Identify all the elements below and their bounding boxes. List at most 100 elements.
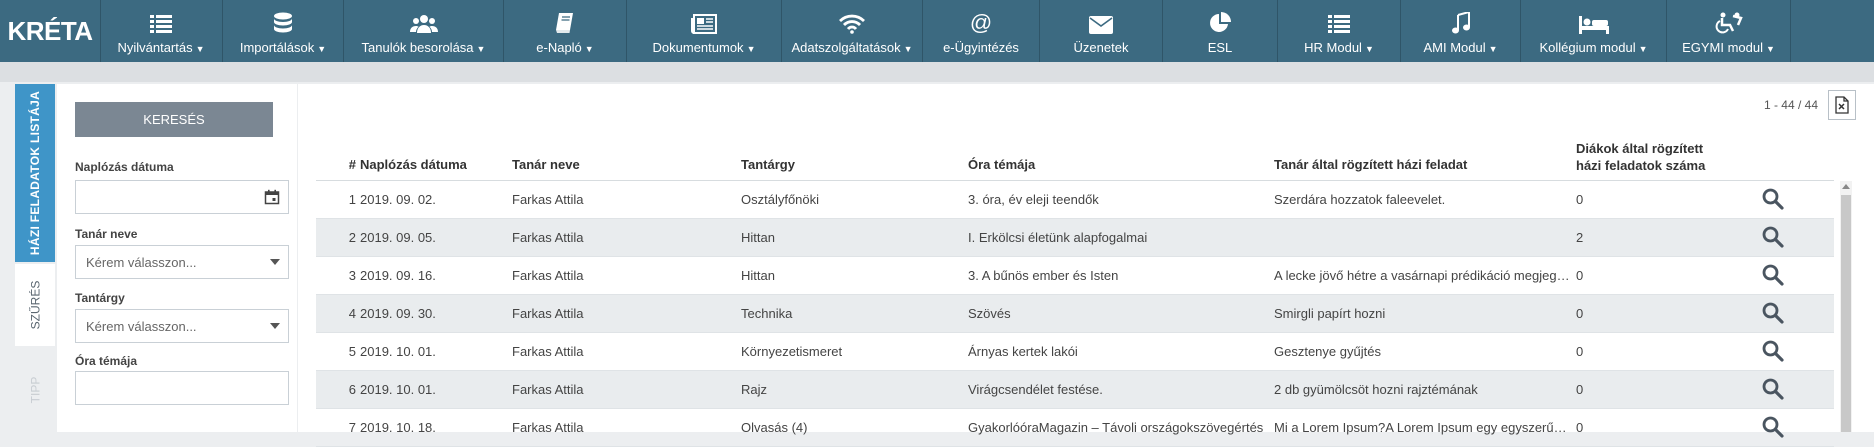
- search-icon[interactable]: [1762, 188, 1784, 213]
- nav-item-4[interactable]: Dokumentumok ▼: [627, 0, 782, 62]
- table-row[interactable]: 3 2019. 09. 16. Farkas Attila Hittan 3. A bű…: [316, 257, 1834, 295]
- cell-hw: Gesztenye gyűjtés: [1274, 344, 1381, 359]
- caret-down-icon: ▼: [1638, 44, 1648, 54]
- nav-label-text: EGYMI modul: [1682, 40, 1763, 55]
- search-icon[interactable]: [1762, 416, 1784, 441]
- tab-tip[interactable]: TIPP: [15, 348, 55, 432]
- date-field[interactable]: [75, 180, 289, 214]
- calendar-icon[interactable]: [264, 189, 280, 208]
- search-icon[interactable]: [1762, 264, 1784, 289]
- nav-item-3[interactable]: e-Napló ▼: [504, 0, 627, 62]
- subject-placeholder: Kérem válasszon...: [86, 319, 197, 334]
- topic-field[interactable]: [75, 371, 289, 405]
- list-icon: [150, 0, 172, 34]
- cell-num: 6: [348, 382, 356, 397]
- nav-label-text: Dokumentumok: [652, 40, 744, 55]
- nav-item-label: HR Modul ▼: [1304, 40, 1374, 55]
- subject-label: Tantárgy: [75, 291, 125, 305]
- filter-panel: KERESÉS Naplózás dátuma Tanár neve Kérem…: [57, 84, 297, 432]
- teacher-select[interactable]: Kérem válasszon...: [75, 245, 289, 279]
- nav-spacer: [0, 62, 1874, 82]
- subject-select[interactable]: Kérem válasszon...: [75, 309, 289, 343]
- table-row[interactable]: 1 2019. 09. 02. Farkas Attila Osztályfőnöki…: [316, 181, 1834, 219]
- pager-info: 1 - 44 / 44: [1763, 98, 1818, 112]
- cell-hw: Szerdára hozzatok faleevelet.: [1274, 192, 1446, 207]
- cell-count: 0: [1576, 268, 1584, 283]
- cell-topic: 3. A bűnös ember és Isten: [968, 268, 1119, 283]
- scroll-up-icon[interactable]: [1842, 184, 1850, 189]
- at-icon: @: [970, 0, 992, 34]
- header-num[interactable]: #: [346, 157, 356, 172]
- caret-down-icon: ▼: [195, 44, 205, 54]
- table-row[interactable]: 2 2019. 09. 05. Farkas Attila Hittan I. Erkö…: [316, 219, 1834, 257]
- kreta-logo[interactable]: KRÉTA: [0, 0, 101, 62]
- header-homework[interactable]: Tanár által rögzített házi feladat: [1274, 157, 1570, 172]
- search-icon[interactable]: [1762, 226, 1784, 251]
- caret-down-icon: ▼: [584, 44, 594, 54]
- nav-label-text: Nyilvántartás: [117, 40, 193, 55]
- cell-hw: Smirgli papírt hozni: [1274, 306, 1386, 321]
- cell-teacher: Farkas Attila: [512, 344, 584, 359]
- nav-item-label: Kollégium modul ▼: [1539, 40, 1647, 55]
- cell-count: 0: [1576, 306, 1584, 321]
- nav-item-label: ESL: [1208, 40, 1233, 55]
- table-row[interactable]: 4 2019. 09. 30. Farkas Attila Technika Szövé…: [316, 295, 1834, 333]
- grid-body: 1 2019. 09. 02. Farkas Attila Osztályfőnöki…: [316, 181, 1834, 447]
- search-icon[interactable]: [1762, 302, 1784, 327]
- search-icon[interactable]: [1762, 340, 1784, 365]
- teacher-placeholder: Kérem válasszon...: [86, 255, 197, 270]
- table-row[interactable]: 7 2019. 10. 18. Farkas Attila Olvasás (4) Gy…: [316, 409, 1834, 447]
- nav-label-text: Kollégium modul: [1539, 40, 1636, 55]
- cell-hw: A lecke jövő hétre a vasárnapi prédikáci…: [1274, 268, 1570, 283]
- cell-num: 1: [348, 192, 356, 207]
- table-row[interactable]: 6 2019. 10. 01. Farkas Attila Rajz Virágcsen…: [316, 371, 1834, 409]
- wifi-icon: [839, 0, 865, 34]
- cell-topic: GyakorlóóraMagazin – Távoli országokszöv…: [968, 420, 1264, 435]
- cell-topic: 3. óra, év eleji teendők: [968, 192, 1099, 207]
- nav-item-0[interactable]: Nyilvántartás ▼: [100, 0, 223, 62]
- export-button[interactable]: [1828, 90, 1856, 120]
- table-row[interactable]: 5 2019. 10. 01. Farkas Attila Környezetisme…: [316, 333, 1834, 371]
- tab-filter[interactable]: SZŰRÉS: [15, 264, 55, 346]
- cell-date: 2019. 09. 02.: [360, 192, 436, 207]
- header-student-count[interactable]: Diákok által rögzített házi feladatok sz…: [1576, 140, 1716, 174]
- cell-subject: Rajz: [741, 382, 768, 397]
- header-teacher[interactable]: Tanár neve: [512, 157, 732, 172]
- nav-item-label: AMI Modul ▼: [1423, 40, 1497, 55]
- nav-item-5[interactable]: Adatszolgáltatások ▼: [782, 0, 923, 62]
- book-icon: [555, 0, 575, 34]
- wheelchair-icon: [1713, 0, 1745, 34]
- tab-homework-list[interactable]: HÁZI FELADATOK LISTÁJA: [15, 84, 55, 262]
- nav-item-8[interactable]: ESL: [1163, 0, 1278, 62]
- nav-item-11[interactable]: Kollégium modul ▼: [1521, 0, 1667, 62]
- nav-item-label: Importálások ▼: [240, 40, 326, 55]
- cell-date: 2019. 09. 30.: [360, 306, 436, 321]
- cell-date: 2019. 09. 05.: [360, 230, 436, 245]
- cell-teacher: Farkas Attila: [512, 306, 584, 321]
- search-icon[interactable]: [1762, 378, 1784, 403]
- nav-item-1[interactable]: Importálások ▼: [223, 0, 344, 62]
- cell-subject: Hittan: [741, 268, 775, 283]
- nav-item-7[interactable]: Üzenetek: [1040, 0, 1163, 62]
- nav-item-12[interactable]: EGYMI modul ▼: [1667, 0, 1791, 62]
- cell-teacher: Farkas Attila: [512, 382, 584, 397]
- grid-scrollbar[interactable]: [1840, 181, 1852, 432]
- nav-item-2[interactable]: Tanulók besorolása ▼: [344, 0, 504, 62]
- nav-label-text: Importálások: [239, 40, 315, 55]
- cell-num: 5: [348, 344, 356, 359]
- nav-item-6[interactable]: @ e-Ügyintézés: [923, 0, 1040, 62]
- nav-item-9[interactable]: HR Modul ▼: [1278, 0, 1401, 62]
- header-topic[interactable]: Óra témája: [968, 157, 1268, 172]
- cell-teacher: Farkas Attila: [512, 268, 584, 283]
- cell-subject: Környezetismeret: [741, 344, 843, 359]
- cell-subject: Technika: [741, 306, 793, 321]
- caret-down-icon: ▼: [476, 44, 486, 54]
- header-subject[interactable]: Tantárgy: [741, 157, 961, 172]
- side-tabs: HÁZI FELADATOK LISTÁJA SZŰRÉS TIPP: [15, 84, 55, 432]
- search-button[interactable]: KERESÉS: [75, 102, 273, 137]
- nav-item-label: Dokumentumok ▼: [653, 40, 756, 55]
- header-date[interactable]: Naplózás dátuma: [360, 157, 500, 172]
- nav-item-10[interactable]: AMI Modul ▼: [1401, 0, 1521, 62]
- top-navigation: KRÉTA Nyilvántartás ▼ Importálások ▼ Tanulók…: [0, 0, 1874, 62]
- scroll-thumb[interactable]: [1841, 195, 1851, 432]
